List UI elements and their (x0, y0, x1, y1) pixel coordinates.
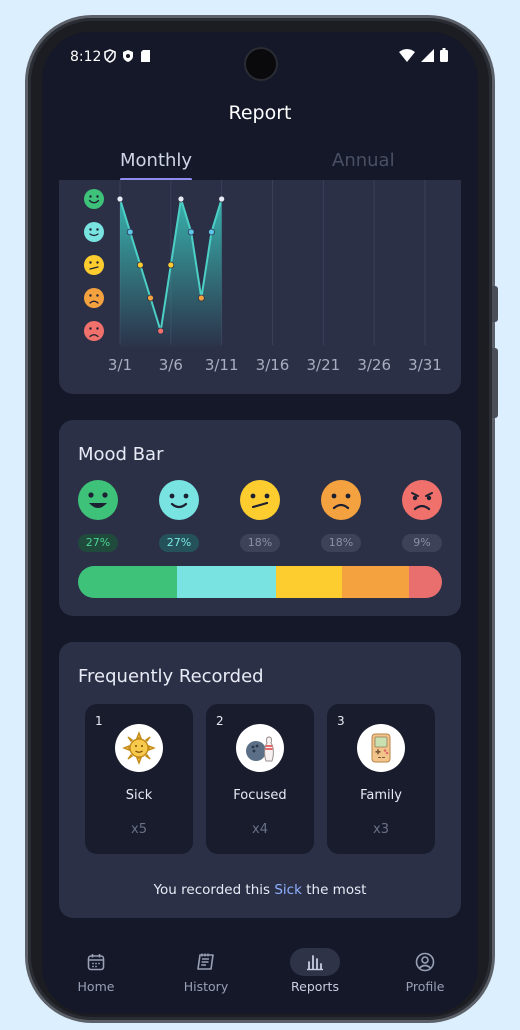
nav-profile-label: Profile (405, 979, 445, 994)
nav-reports-label: Reports (291, 979, 339, 994)
nav-history[interactable]: History (166, 945, 246, 994)
rank-label: 1 (95, 714, 103, 728)
x-tick-label: 3/1 (108, 356, 132, 374)
data-point (147, 294, 154, 302)
bar-segment-very-sad (409, 566, 442, 598)
x-tick-label: 3/26 (357, 356, 391, 374)
mood-bar-title: Mood Bar (78, 444, 164, 465)
y-axis-sad-face-icon (84, 288, 104, 308)
user-circle-icon (415, 952, 435, 972)
nav-home-label: Home (77, 979, 115, 994)
sad-percent: 18% (321, 534, 361, 552)
data-point (197, 294, 205, 302)
data-point (116, 195, 124, 203)
item-name: Family (360, 788, 402, 803)
nav-profile[interactable]: Profile (385, 945, 465, 994)
sim-card-icon (141, 50, 150, 62)
bowling-icon (246, 736, 274, 762)
x-tick-label: 3/21 (306, 356, 340, 374)
y-axis-neutral-face-icon (84, 255, 104, 275)
x-tick-label: 3/31 (408, 356, 442, 374)
x-tick-label: 3/6 (159, 356, 183, 374)
power-button (492, 348, 498, 418)
rank-label: 2 (216, 714, 224, 728)
item-name: Sick (125, 788, 153, 803)
frequent-item-2[interactable]: 2 Focused x4 (206, 704, 314, 854)
app-screen: 8:12 Report Monthly Annual 3/1 3/6 3/11 … (42, 32, 478, 1014)
bar-segment-happy (177, 566, 276, 598)
shield-icon (104, 49, 116, 63)
wifi-icon (399, 48, 415, 62)
y-axis-very-sad-face-icon (84, 321, 104, 341)
neutral-face-icon (240, 480, 280, 520)
bottom-navigation: Home History Reports Profile (42, 937, 478, 1014)
frequent-item-3[interactable]: 3 Family x3 (327, 704, 435, 854)
data-point (218, 195, 226, 203)
tab-annual[interactable]: Annual (332, 150, 395, 171)
summary-suffix: the most (306, 882, 367, 898)
bar-segment-very-happy (78, 566, 177, 598)
item-name: Focused (233, 788, 287, 803)
x-tick-label: 3/11 (205, 356, 239, 374)
mood-distribution-bar (78, 566, 442, 598)
status-time: 8:12 (70, 49, 102, 65)
data-point (187, 228, 195, 236)
summary-highlight: Sick (274, 882, 302, 898)
bar-chart-icon (307, 955, 323, 971)
status-bar: 8:12 (42, 32, 478, 82)
data-point (208, 228, 215, 236)
nav-home[interactable]: Home (56, 945, 136, 994)
happy-face-icon (159, 480, 199, 520)
data-point (167, 261, 175, 269)
item-icon-circle (236, 724, 284, 772)
battery-icon (440, 48, 448, 62)
data-point (136, 261, 144, 269)
very-happy-percent: 27% (78, 534, 118, 552)
sad-face-icon (321, 480, 361, 520)
data-point (157, 327, 165, 335)
item-count: x5 (131, 822, 147, 837)
page-title: Report (228, 102, 292, 124)
neutral-percent: 18% (240, 534, 280, 552)
notebook-icon (197, 953, 214, 970)
summary-prefix: You recorded this (153, 882, 271, 898)
tab-monthly[interactable]: Monthly (120, 150, 192, 171)
bar-segment-neutral (276, 566, 342, 598)
gameboy-icon (371, 733, 391, 763)
happy-percent: 27% (159, 534, 199, 552)
frequently-recorded-title: Frequently Recorded (78, 666, 264, 687)
very-sad-percent: 9% (402, 534, 442, 552)
nav-reports[interactable]: Reports (275, 945, 355, 994)
item-icon-circle (357, 724, 405, 772)
mood-line-chart: 3/1 3/6 3/11 3/16 3/21 3/26 3/31 (84, 180, 442, 374)
very-happy-face-icon (78, 480, 118, 520)
x-tick-label: 3/16 (256, 356, 290, 374)
sun-icon (122, 731, 156, 765)
bar-segment-sad (342, 566, 409, 598)
item-icon-circle (115, 724, 163, 772)
y-axis-very-happy-face-icon (84, 189, 104, 209)
item-count: x4 (252, 822, 268, 837)
signal-icon (421, 48, 434, 62)
mood-chart-card: 3/1 3/6 3/11 3/16 3/21 3/26 3/31 (59, 180, 461, 394)
data-point (126, 228, 134, 236)
data-point (177, 195, 185, 203)
y-axis-happy-face-icon (84, 222, 104, 242)
active-indicator (290, 948, 340, 976)
rank-label: 3 (337, 714, 345, 728)
very-sad-face-icon (402, 480, 442, 520)
item-count: x3 (373, 822, 389, 837)
shield-filled-icon (123, 50, 133, 62)
frequent-item-1[interactable]: 1 Sick x5 (85, 704, 193, 854)
calendar-icon (87, 954, 105, 971)
summary-text: You recorded this Sick the most (42, 882, 478, 898)
volume-button (492, 286, 498, 322)
front-camera (246, 49, 276, 79)
nav-history-label: History (183, 979, 229, 994)
